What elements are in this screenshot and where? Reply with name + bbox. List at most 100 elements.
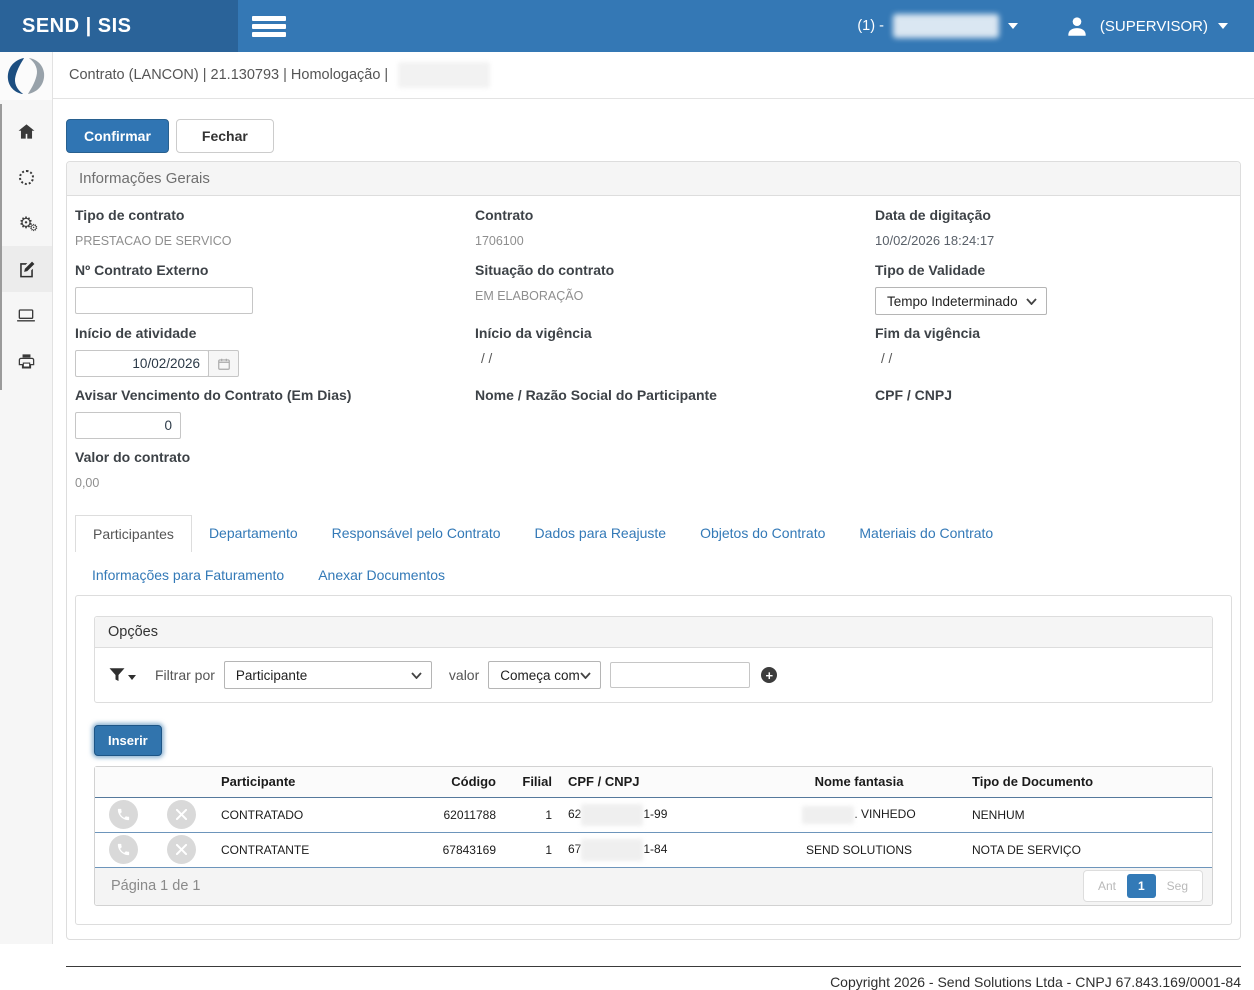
close-button[interactable]: Fechar: [176, 119, 274, 153]
phone-button[interactable]: [109, 800, 138, 829]
general-info-panel: Informações Gerais Tipo de contrato PRES…: [66, 161, 1241, 940]
sidebar-item-home[interactable]: [0, 108, 52, 154]
filter-value-input[interactable]: [610, 662, 750, 688]
prev-page-button[interactable]: Ant: [1087, 874, 1127, 898]
tab-informacoes-faturamento[interactable]: Informações para Faturamento: [75, 557, 301, 593]
calendar-button[interactable]: [208, 350, 239, 377]
logo-icon: [7, 56, 45, 96]
company-id-label: (1) -: [857, 18, 884, 34]
field-label: Nome / Razão Social do Participante: [475, 387, 875, 403]
close-icon: [176, 844, 187, 855]
field-label: Tipo de contrato: [75, 207, 475, 223]
footer-copyright: Copyright 2026 - Send Solutions Ltda - C…: [66, 966, 1241, 990]
filter-funnel-icon: [108, 666, 126, 684]
top-bar: SEND | SIS (1) - (SUPERVISOR): [0, 0, 1254, 52]
field-label: Contrato: [475, 207, 875, 223]
col-participante: Participante: [211, 767, 426, 797]
user-menu[interactable]: (SUPERVISOR): [1064, 13, 1228, 39]
field-inicio-atividade: Início de atividade: [75, 320, 475, 377]
page-count-label: Página 1 de 1: [111, 878, 201, 894]
contract-edit-icon: [17, 260, 36, 279]
contrato-externo-input[interactable]: [75, 287, 253, 314]
phone-button[interactable]: [109, 835, 138, 864]
laptop-icon: [16, 305, 36, 325]
table-header-row: Participante Código Filial CPF / CNPJ No…: [95, 767, 1212, 797]
tipo-validade-select[interactable]: Tempo Indeterminado: [875, 287, 1047, 315]
cell-cpf-cnpj: 621-99: [562, 797, 766, 832]
breadcrumb: Contrato (LANCON) | 21.130793 | Homologa…: [69, 67, 388, 83]
field-fim-vigencia: Fim da vigência / /: [875, 320, 1232, 377]
add-filter-button[interactable]: +: [761, 667, 777, 683]
breadcrumb-bar: Contrato (LANCON) | 21.130793 | Homologa…: [53, 52, 1254, 99]
close-icon: [176, 809, 187, 820]
redacted-cpf: [581, 839, 643, 861]
filter-field-select[interactable]: Participante: [224, 661, 432, 689]
confirm-button[interactable]: Confirmar: [66, 119, 169, 153]
cell-codigo: 67843169: [426, 832, 506, 867]
sidebar-item-print[interactable]: [0, 338, 52, 384]
printer-icon: [17, 352, 36, 371]
participants-tab-panel: Opções Filtrar por Participante: [75, 595, 1232, 925]
col-cpf-cnpj: CPF / CNPJ: [562, 767, 766, 797]
tab-materiais[interactable]: Materiais do Contrato: [842, 515, 1010, 552]
redacted-breadcrumb-user: [398, 62, 490, 88]
pagination: Página 1 de 1 Ant 1 Seg: [95, 868, 1212, 905]
field-value: EM ELABORAÇÃO: [475, 289, 583, 303]
table-row: CONTRATADO 62011788 1 621-99 . VINHEDO N…: [95, 797, 1212, 832]
app-logo[interactable]: [0, 52, 52, 100]
field-value: 0,00: [75, 476, 99, 490]
table-row: CONTRATANTE 67843169 1 671-84 SEND SOLUT…: [95, 832, 1212, 867]
field-cpf-cnpj: CPF / CNPJ: [875, 382, 1232, 439]
insert-button[interactable]: Inserir: [94, 725, 162, 756]
remove-button[interactable]: [167, 800, 196, 829]
remove-button[interactable]: [167, 835, 196, 864]
gears-icon: ⚙⚙: [19, 215, 33, 231]
tab-departamento[interactable]: Departamento: [192, 515, 315, 552]
cell-participante: CONTRATADO: [211, 797, 426, 832]
brand-area: SEND | SIS: [0, 0, 238, 52]
tabs-row-1: Participantes Departamento Responsável p…: [75, 515, 1232, 552]
value-label: valor: [449, 667, 479, 683]
filter-operator-select[interactable]: Começa com: [488, 661, 601, 689]
field-value: 10/02/2026 18:24:17: [875, 233, 994, 248]
tab-objetos[interactable]: Objetos do Contrato: [683, 515, 842, 552]
selected-option: Tempo Indeterminado: [887, 294, 1018, 309]
sidebar-item-processes[interactable]: [0, 154, 52, 200]
field-situacao: Situação do contrato EM ELABORAÇÃO: [475, 257, 875, 315]
app-brand: SEND | SIS: [22, 15, 132, 38]
spinner-icon: [19, 170, 34, 185]
table-header-empty: [151, 767, 211, 797]
chevron-down-icon: [1218, 23, 1228, 29]
redacted-cpf: [581, 804, 643, 826]
home-icon: [17, 122, 36, 141]
company-selector[interactable]: (1) -: [857, 14, 1018, 38]
inicio-atividade-input[interactable]: [75, 350, 209, 377]
next-page-button[interactable]: Seg: [1156, 874, 1199, 898]
sidebar-item-settings[interactable]: ⚙⚙: [0, 200, 52, 246]
col-codigo: Código: [426, 767, 506, 797]
chevron-down-icon: [580, 672, 591, 679]
field-contrato-externo: Nº Contrato Externo: [75, 257, 475, 315]
hamburger-menu-button[interactable]: [252, 13, 286, 40]
redacted-nome: [802, 806, 854, 824]
avisar-vencimento-input[interactable]: [75, 412, 181, 439]
field-contrato: Contrato 1706100: [475, 202, 875, 252]
tab-anexar-documentos[interactable]: Anexar Documentos: [301, 557, 462, 593]
tab-dados-reajuste[interactable]: Dados para Reajuste: [518, 515, 684, 552]
user-name-label: (SUPERVISOR): [1100, 18, 1208, 35]
filter-by-label: Filtrar por: [155, 667, 215, 683]
filter-button[interactable]: [108, 666, 136, 684]
sidebar-item-contracts[interactable]: [0, 246, 52, 292]
field-label: Data de digitação: [875, 207, 1232, 223]
main-area: Contrato (LANCON) | 21.130793 | Homologa…: [53, 52, 1254, 944]
cell-filial: 1: [506, 797, 562, 832]
sidebar: ⚙⚙: [0, 52, 53, 944]
cell-tipo-documento: NOTA DE SERVIÇO: [952, 832, 1212, 867]
sidebar-edge: [0, 104, 2, 390]
selected-option: Começa com: [500, 668, 580, 683]
phone-icon: [116, 807, 131, 822]
sidebar-item-terminal[interactable]: [0, 292, 52, 338]
current-page-button[interactable]: 1: [1127, 874, 1156, 898]
tab-participantes[interactable]: Participantes: [75, 515, 192, 552]
tab-responsavel[interactable]: Responsável pelo Contrato: [315, 515, 518, 552]
